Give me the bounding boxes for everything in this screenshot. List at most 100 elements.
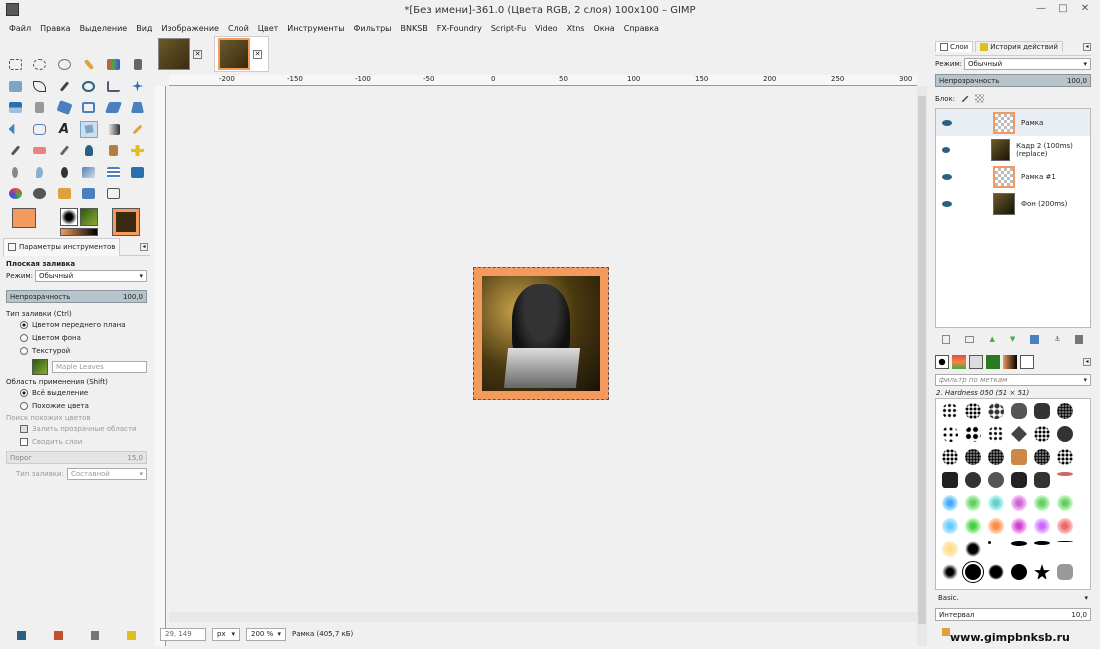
panel-menu-icon[interactable]: ◂: [140, 242, 148, 251]
visibility-eye-icon[interactable]: [942, 146, 951, 153]
zoom-select[interactable]: 200 % ▾: [246, 627, 286, 641]
save-options-icon[interactable]: [17, 630, 26, 640]
lasso-tool[interactable]: [55, 56, 73, 73]
fill-fg-radio[interactable]: Цветом переднего плана: [6, 318, 147, 331]
layer-row[interactable]: Фон (200ms): [936, 190, 1090, 217]
lock-pixels-icon[interactable]: [959, 93, 970, 104]
menu-select[interactable]: Выделение: [80, 24, 128, 33]
airbrush-tool[interactable]: [55, 142, 73, 159]
brush-preview[interactable]: [60, 208, 78, 226]
brush-preset-select[interactable]: Basic. ▾: [935, 592, 1091, 604]
image-tab-2[interactable]: ✕: [214, 36, 269, 72]
dodge-burn-tool[interactable]: [55, 164, 73, 181]
active-image-preview[interactable]: [112, 208, 140, 236]
smudge-tool[interactable]: [6, 164, 24, 181]
fill-by-select[interactable]: Составной ▾: [66, 468, 147, 480]
menu-tools[interactable]: Инструменты: [287, 24, 344, 33]
panel-menu-icon[interactable]: ◂: [1083, 42, 1091, 51]
desaturate-tool[interactable]: [80, 164, 98, 181]
extra-tool-1[interactable]: [129, 164, 147, 181]
area-all-radio[interactable]: Всё выделение: [6, 386, 147, 399]
close-tab-icon[interactable]: ✕: [253, 49, 262, 59]
horizontal-scrollbar[interactable]: [169, 612, 917, 622]
pattern-swatch[interactable]: [32, 359, 48, 375]
color-picker-tool[interactable]: [55, 78, 73, 95]
transform-tool[interactable]: [31, 99, 49, 116]
threshold-slider[interactable]: Порог 15,0: [6, 451, 147, 464]
eraser-tool[interactable]: [31, 142, 49, 159]
menu-file[interactable]: Файл: [9, 24, 31, 33]
fuzzy-select-tool[interactable]: [80, 56, 98, 73]
layer-opacity-slider[interactable]: Непрозрачность 100,0: [935, 74, 1091, 87]
heal-tool[interactable]: [129, 142, 147, 159]
visibility-eye-icon[interactable]: [942, 119, 952, 126]
merge-layers-checkbox[interactable]: Сводить слои: [6, 435, 147, 448]
scale-tool[interactable]: [80, 99, 98, 116]
unit-select[interactable]: px ▾: [212, 627, 240, 641]
pattern-preview[interactable]: [80, 208, 98, 226]
visibility-eye-icon[interactable]: [942, 200, 952, 207]
paths-tool[interactable]: [31, 78, 49, 95]
delete-layer-icon[interactable]: [1075, 334, 1084, 344]
color-select-tool[interactable]: [104, 56, 122, 73]
brush-spacing-slider[interactable]: Интервал 10,0: [935, 608, 1091, 621]
rotate-tool[interactable]: [55, 99, 73, 116]
ellipse-select-tool[interactable]: [31, 56, 49, 73]
shear-tool[interactable]: [104, 99, 122, 116]
paintbrush-tool[interactable]: [6, 142, 24, 159]
menu-help[interactable]: Справка: [624, 24, 659, 33]
fonts-tab-icon[interactable]: [1020, 355, 1034, 369]
levels-tool[interactable]: [104, 164, 122, 181]
gradients-tab-icon[interactable]: [1003, 355, 1017, 369]
fill-texture-radio[interactable]: Текстурой: [6, 344, 147, 357]
layer-row[interactable]: Рамка: [936, 109, 1090, 136]
blend-tool[interactable]: [104, 121, 122, 138]
layer-row[interactable]: Кадр 2 (100ms)(replace): [936, 136, 1090, 163]
layer-row[interactable]: Рамка #1: [936, 163, 1090, 190]
menu-layer[interactable]: Слой: [228, 24, 249, 33]
menu-view[interactable]: Вид: [136, 24, 152, 33]
scissors-tool[interactable]: [129, 56, 147, 73]
minimize-button[interactable]: —: [1030, 3, 1052, 16]
anchor-layer-icon[interactable]: ⚓: [1054, 335, 1060, 343]
foreground-color-swatch[interactable]: [12, 208, 36, 228]
menu-video[interactable]: Video: [535, 24, 557, 33]
extra-tool-5[interactable]: [80, 185, 98, 202]
text-tool[interactable]: A: [55, 121, 73, 138]
close-tab-icon[interactable]: ✕: [193, 49, 202, 59]
menu-filters[interactable]: Фильтры: [354, 24, 392, 33]
clone-tool[interactable]: [104, 142, 122, 159]
extra-tool-6[interactable]: [104, 185, 122, 202]
reset-options-icon[interactable]: [127, 630, 136, 640]
measure-tool[interactable]: [104, 78, 122, 95]
bucket-fill-tool[interactable]: [79, 120, 98, 138]
menu-bnksb[interactable]: BNKSB: [401, 24, 428, 33]
ink-tool[interactable]: [80, 142, 98, 159]
tab-history[interactable]: История действий: [975, 41, 1063, 52]
move-tool[interactable]: [129, 78, 147, 95]
brush-filter-input[interactable]: фильтр по меткам ▾: [935, 374, 1091, 386]
pencil-tool[interactable]: [129, 121, 147, 138]
visibility-eye-icon[interactable]: [942, 173, 952, 180]
menu-fx-foundry[interactable]: FX-Foundry: [437, 24, 482, 33]
blur-tool[interactable]: [31, 164, 49, 181]
perspective-tool[interactable]: [129, 99, 147, 116]
brushes-tab-icon[interactable]: [935, 355, 949, 369]
opacity-slider[interactable]: Непрозрачность 100,0: [6, 290, 147, 303]
delete-options-icon[interactable]: [91, 630, 99, 640]
tab-layers[interactable]: Слои: [935, 41, 974, 52]
tool-options-tab[interactable]: Параметры инструментов: [3, 237, 121, 256]
new-layer-icon[interactable]: [942, 334, 951, 344]
extra-tool-3[interactable]: [31, 185, 49, 202]
lock-alpha-icon[interactable]: [975, 94, 985, 103]
duplicate-layer-icon[interactable]: [1030, 334, 1040, 344]
patterns-tab-icon[interactable]: [969, 355, 983, 369]
mode-select[interactable]: Обычный ▾: [35, 270, 147, 282]
menu-windows[interactable]: Окна: [593, 24, 614, 33]
gradient-preview[interactable]: [60, 228, 98, 236]
fill-transparent-checkbox[interactable]: Залить прозрачные области: [6, 422, 147, 435]
close-button[interactable]: ✕: [1074, 3, 1096, 16]
cage-tool[interactable]: [31, 121, 49, 138]
panel-menu-icon[interactable]: ◂: [1083, 358, 1091, 366]
flip-tool[interactable]: [6, 121, 24, 138]
